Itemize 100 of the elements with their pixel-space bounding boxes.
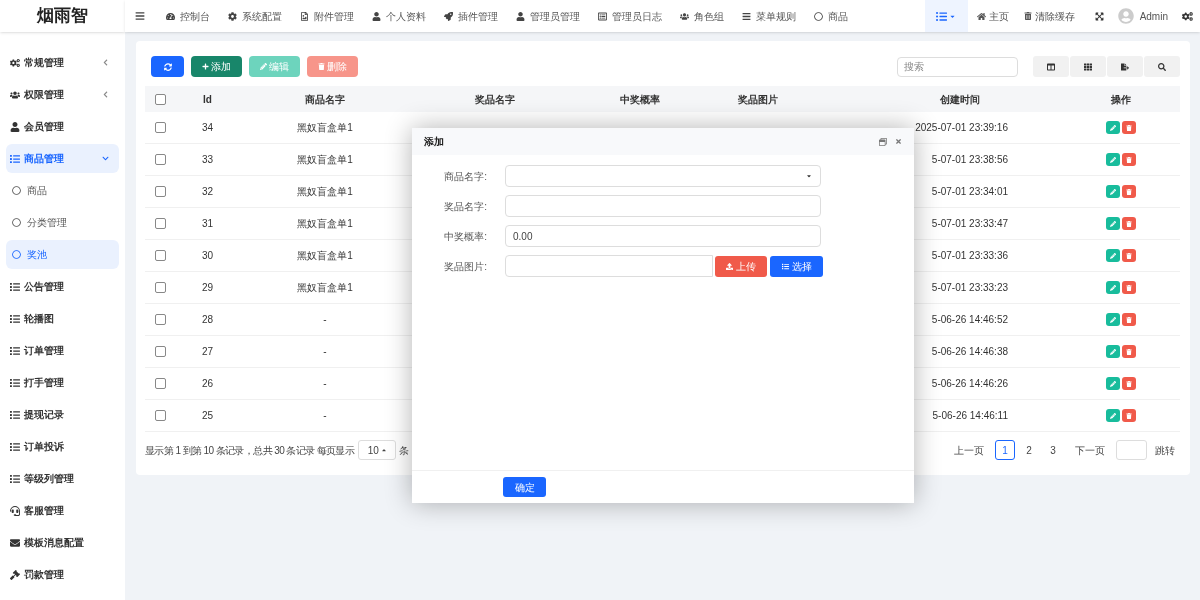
edit-row-button[interactable] xyxy=(1106,217,1120,230)
delete-row-button[interactable] xyxy=(1122,281,1136,294)
table-cell-text: 34 xyxy=(201,121,214,135)
page-size-select[interactable]: 10 xyxy=(358,440,397,460)
edit-row-button[interactable] xyxy=(1106,345,1120,358)
list-icon xyxy=(10,377,20,388)
sidebar-item[interactable]: 常规管理 xyxy=(6,48,119,77)
sidebar-item[interactable]: 模板消息配置 xyxy=(6,528,119,557)
column-header: 商品名字 xyxy=(305,92,345,107)
checkbox[interactable] xyxy=(154,218,166,229)
choose-button[interactable]: 选择 xyxy=(770,255,823,277)
table-cell-text: 5-06-26 14:46:26 xyxy=(931,377,1008,391)
checkbox[interactable] xyxy=(154,154,166,165)
refresh-button[interactable] xyxy=(151,56,184,77)
search-field[interactable]: 搜索 xyxy=(897,56,1018,77)
sidebar-item[interactable]: 公告管理 xyxy=(6,272,119,301)
edit-row-button[interactable] xyxy=(1106,281,1120,294)
checkbox[interactable] xyxy=(154,186,166,197)
sidebar-item[interactable]: 客服管理 xyxy=(6,496,119,525)
checkbox[interactable] xyxy=(154,378,166,389)
sidebar-item[interactable]: 轮播图 xyxy=(6,304,119,333)
nav-link[interactable]: 控制台 xyxy=(157,0,219,32)
sidebar-item[interactable]: 商品管理 xyxy=(6,144,119,173)
fullscreen-icon[interactable] xyxy=(1094,11,1104,21)
sidebar-item[interactable]: 打手管理 xyxy=(6,368,119,397)
delete-row-button[interactable] xyxy=(1122,345,1136,358)
user-name[interactable]: Admin xyxy=(1139,8,1168,24)
user-icon xyxy=(10,121,20,132)
columns-button[interactable] xyxy=(1033,56,1069,77)
clear-cache-link[interactable]: 清除缓存 xyxy=(1017,8,1081,24)
close-icon[interactable] xyxy=(895,138,902,145)
restore-icon[interactable] xyxy=(879,137,887,146)
nav-link[interactable]: 角色组 xyxy=(671,0,733,32)
edit-row-button[interactable] xyxy=(1106,121,1120,134)
jump-link[interactable]: 跳转 xyxy=(1155,442,1175,458)
delete-row-button[interactable] xyxy=(1122,249,1136,262)
nav-link[interactable]: 管理员日志 xyxy=(589,0,671,32)
next-page-link[interactable]: 下一页 xyxy=(1075,442,1105,458)
sidebar-item[interactable]: 订单管理 xyxy=(6,336,119,365)
add-button[interactable]: 添加 xyxy=(191,56,242,77)
page-link[interactable]: 2 xyxy=(1019,440,1039,460)
sidebar-item[interactable]: 订单投诉 xyxy=(6,432,119,461)
text-field[interactable]: 0.00 xyxy=(505,225,821,247)
select-field[interactable] xyxy=(505,165,821,187)
text-field[interactable] xyxy=(505,195,821,217)
nav-link[interactable]: 附件管理 xyxy=(291,0,363,32)
export-button[interactable] xyxy=(1107,56,1143,77)
page-link[interactable]: 3 xyxy=(1043,440,1063,460)
sidebar-subitem[interactable]: 分类管理 xyxy=(6,208,119,237)
delete-row-button[interactable] xyxy=(1122,377,1136,390)
sidebar-item[interactable]: 权限管理 xyxy=(6,80,119,109)
page-link[interactable]: 1 xyxy=(995,440,1015,460)
table-cell-text: 31 xyxy=(201,217,214,231)
sidebar-item[interactable]: 罚款管理 xyxy=(6,560,119,589)
nav-link[interactable]: 管理员管理 xyxy=(507,0,589,32)
delete-row-button[interactable] xyxy=(1122,121,1136,134)
image-path-field[interactable] xyxy=(505,255,713,277)
menu-icon[interactable] xyxy=(135,11,145,21)
checkbox[interactable] xyxy=(154,346,166,357)
home-link[interactable]: 主页 xyxy=(967,8,1018,24)
menu-dropdown-button[interactable] xyxy=(924,0,968,32)
dialog-title: 添加 xyxy=(424,135,445,149)
trash-icon xyxy=(318,63,325,70)
nav-link[interactable]: 插件管理 xyxy=(435,0,507,32)
nav-link[interactable]: 系统配置 xyxy=(219,0,291,32)
delete-row-button[interactable] xyxy=(1122,313,1136,326)
sidebar-item[interactable]: 等级列管理 xyxy=(6,464,119,493)
delete-row-button[interactable] xyxy=(1122,153,1136,166)
edit-row-button[interactable] xyxy=(1106,153,1120,166)
edit-row-button[interactable] xyxy=(1106,313,1120,326)
checkbox[interactable] xyxy=(154,122,166,133)
edit-row-button[interactable] xyxy=(1106,249,1120,262)
delete-row-button[interactable] xyxy=(1122,217,1136,230)
checkbox[interactable] xyxy=(154,250,166,261)
settings-icon[interactable] xyxy=(1182,10,1193,22)
nav-link[interactable]: 个人资料 xyxy=(363,0,435,32)
confirm-button[interactable]: 确定 xyxy=(503,477,546,497)
trash-icon xyxy=(1126,284,1132,291)
sidebar-subitem[interactable]: 奖池 xyxy=(6,240,119,269)
delete-row-button[interactable] xyxy=(1122,409,1136,422)
sidebar-subitem[interactable]: 商品 xyxy=(6,176,119,205)
checkbox[interactable] xyxy=(154,282,166,293)
search-button[interactable] xyxy=(1144,56,1180,77)
pencil-icon xyxy=(1110,316,1116,323)
nav-link[interactable]: 商品 xyxy=(805,0,857,32)
brand-title: 烟雨智 xyxy=(37,5,88,28)
delete-row-button[interactable] xyxy=(1122,185,1136,198)
page-jump-field[interactable] xyxy=(1116,440,1147,460)
grid-button[interactable] xyxy=(1070,56,1106,77)
pencil-icon xyxy=(1110,284,1116,291)
checkbox[interactable] xyxy=(154,93,166,105)
sidebar-item[interactable]: 会员管理 xyxy=(6,112,119,141)
checkbox[interactable] xyxy=(154,314,166,325)
edit-row-button[interactable] xyxy=(1106,377,1120,390)
prev-page-link[interactable]: 上一页 xyxy=(954,442,984,458)
sidebar-item[interactable]: 提现记录 xyxy=(6,400,119,429)
nav-link[interactable]: 菜单规则 xyxy=(733,0,805,32)
checkbox[interactable] xyxy=(154,410,166,421)
edit-row-button[interactable] xyxy=(1106,409,1120,422)
edit-row-button[interactable] xyxy=(1106,185,1120,198)
